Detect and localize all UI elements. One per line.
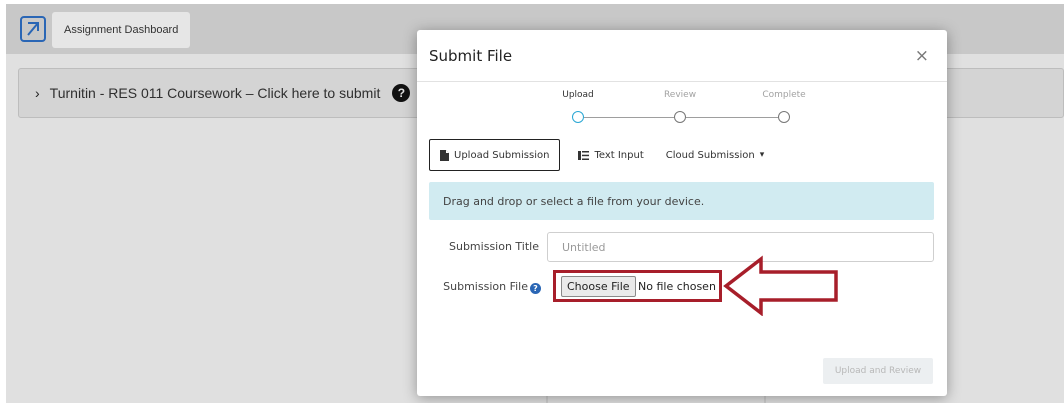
step-connector bbox=[686, 117, 778, 118]
submission-file-label-wrap: Submission File? bbox=[431, 280, 541, 294]
tab-upload-submission[interactable]: Upload Submission bbox=[429, 139, 561, 171]
tab-cloud-submission[interactable]: Cloud Submission ▾ bbox=[656, 139, 774, 171]
step-review-label: Review bbox=[663, 90, 697, 100]
step-complete-circle bbox=[778, 111, 790, 123]
assignment-link[interactable]: Turnitin - RES 011 Coursework – Click he… bbox=[50, 85, 381, 101]
tab-upload-label: Upload Submission bbox=[454, 149, 550, 161]
progress-stepper: Upload Review Complete bbox=[417, 82, 947, 130]
tab-text-input[interactable]: Text Input bbox=[568, 139, 653, 171]
step-complete-label: Complete bbox=[762, 90, 806, 100]
caret-down-icon: ▾ bbox=[759, 150, 765, 160]
pointing-arrow-icon bbox=[723, 255, 838, 316]
file-icon bbox=[440, 149, 449, 161]
tab-cloud-label: Cloud Submission bbox=[665, 149, 755, 161]
submission-file-label: Submission File bbox=[443, 280, 528, 293]
assignment-dashboard-label: Assignment Dashboard bbox=[64, 24, 179, 36]
step-upload-label: Upload bbox=[562, 90, 594, 100]
step-review-circle bbox=[674, 111, 686, 123]
modal-title: Submit File bbox=[429, 46, 513, 65]
file-dropzone[interactable]: Drag and drop or select a file from your… bbox=[429, 182, 934, 220]
submit-file-modal: Submit File × Upload Review Complete Upl… bbox=[417, 30, 947, 396]
no-file-chosen-text: No file chosen bbox=[638, 280, 716, 293]
submission-tabs: Upload Submission Text Input Cloud Submi… bbox=[429, 138, 774, 172]
tab-text-input-label: Text Input bbox=[594, 149, 644, 161]
dropzone-text: Drag and drop or select a file from your… bbox=[443, 194, 705, 208]
submission-title-label: Submission Title bbox=[449, 240, 539, 253]
chevron-right-icon: › bbox=[35, 85, 40, 101]
close-icon[interactable]: × bbox=[915, 46, 929, 66]
modal-header: Submit File × bbox=[417, 30, 947, 82]
help-icon[interactable]: ? bbox=[392, 84, 411, 102]
step-upload-circle bbox=[572, 111, 584, 123]
upload-and-review-button[interactable]: Upload and Review bbox=[823, 358, 933, 384]
app-logo-icon bbox=[20, 16, 46, 42]
text-lines-icon bbox=[578, 150, 590, 160]
assignment-dashboard-tab[interactable]: Assignment Dashboard bbox=[52, 12, 191, 48]
question-circle-icon[interactable]: ? bbox=[530, 283, 541, 294]
choose-file-button[interactable]: Choose File bbox=[561, 276, 636, 297]
step-connector bbox=[584, 117, 674, 118]
